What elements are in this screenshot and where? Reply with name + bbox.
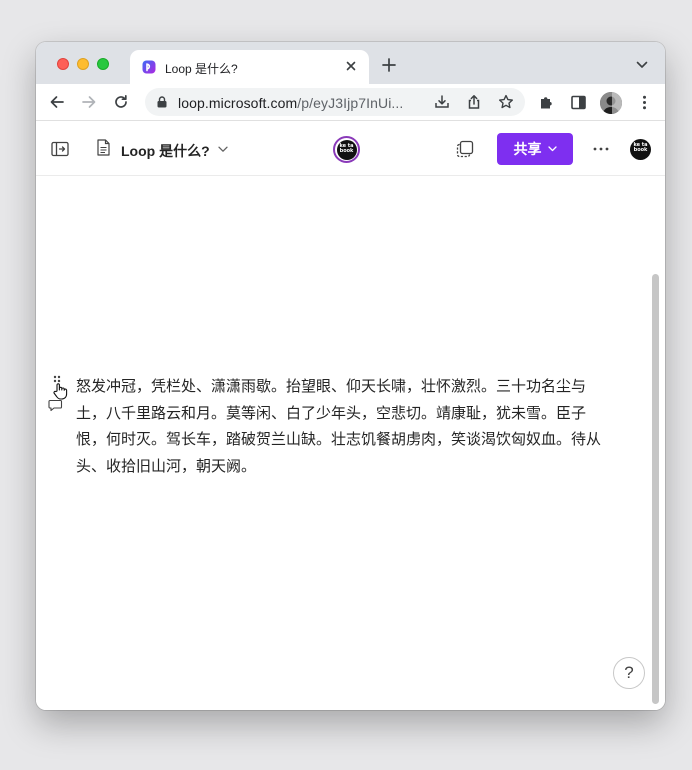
loop-icon: [142, 60, 156, 74]
browser-window: Loop 是什么? loop.microsoft.com/p/eyJ3Ijp7I…: [36, 42, 665, 710]
bookmark-star-icon[interactable]: [498, 94, 514, 110]
brand-logo: ke ta book: [333, 136, 360, 163]
close-window-button[interactable]: [57, 58, 69, 70]
share-page-icon[interactable]: [466, 94, 482, 110]
share-label: 共享: [513, 141, 542, 157]
url-path: /p/eyJ3Ijp7InUi...: [297, 95, 404, 111]
reload-icon[interactable]: [113, 94, 129, 110]
tab-strip: Loop 是什么?: [36, 42, 665, 84]
close-tab-icon[interactable]: [343, 58, 359, 74]
account-avatar[interactable]: ke ta book: [630, 139, 651, 160]
chrome-profile-avatar[interactable]: [600, 92, 622, 114]
help-button[interactable]: ?: [613, 657, 645, 689]
tab-title: Loop 是什么?: [165, 62, 238, 76]
chrome-menu-icon[interactable]: [636, 94, 653, 111]
brand-logo-text: ke ta book: [336, 139, 357, 160]
scrollbar-thumb[interactable]: [652, 274, 659, 704]
extensions-puzzle-icon[interactable]: [538, 94, 555, 111]
browser-toolbar: loop.microsoft.com/p/eyJ3Ijp7InUi...: [36, 84, 665, 121]
document-paragraph[interactable]: 怒发冲冠，凭栏处、潇潇雨歇。抬望眼、仰天长啸，壮怀激烈。三十功名尘与土，八千里路…: [76, 373, 612, 479]
new-tab-icon[interactable]: [382, 58, 396, 72]
document-canvas[interactable]: 怒发冲冠，凭栏处、潇潇雨歇。抬望眼、仰天长啸，壮怀激烈。三十功名尘与土，八千里路…: [36, 177, 665, 710]
title-chevron-down-icon[interactable]: [218, 146, 228, 153]
copy-component-icon[interactable]: [456, 140, 474, 158]
zoom-window-button[interactable]: [97, 58, 109, 70]
share-chevron-down-icon: [547, 146, 557, 152]
tab-search-chevron-icon[interactable]: [636, 60, 648, 70]
share-button[interactable]: 共享: [497, 133, 573, 165]
back-arrow-icon[interactable]: [49, 94, 65, 110]
loop-header: Loop 是什么? ke ta book 共享 ke ta book: [36, 122, 665, 176]
comment-icon[interactable]: [48, 398, 63, 412]
side-panel-icon[interactable]: [570, 94, 587, 111]
browser-tab-active[interactable]: Loop 是什么?: [130, 50, 369, 84]
document-page-icon: [97, 139, 110, 156]
profile-photo-icon: [600, 92, 622, 114]
lock-icon[interactable]: [157, 96, 167, 108]
address-bar[interactable]: loop.microsoft.com/p/eyJ3Ijp7InUi...: [145, 88, 525, 116]
url-host: loop.microsoft.com: [178, 95, 298, 111]
open-sidebar-icon[interactable]: [51, 141, 69, 157]
page-title[interactable]: Loop 是什么?: [121, 141, 210, 161]
minimize-window-button[interactable]: [77, 58, 89, 70]
forward-arrow-icon[interactable]: [81, 94, 97, 110]
more-options-icon[interactable]: [593, 147, 609, 151]
url-text[interactable]: loop.microsoft.com/p/eyJ3Ijp7InUi...: [178, 95, 403, 111]
install-app-icon[interactable]: [434, 94, 450, 110]
